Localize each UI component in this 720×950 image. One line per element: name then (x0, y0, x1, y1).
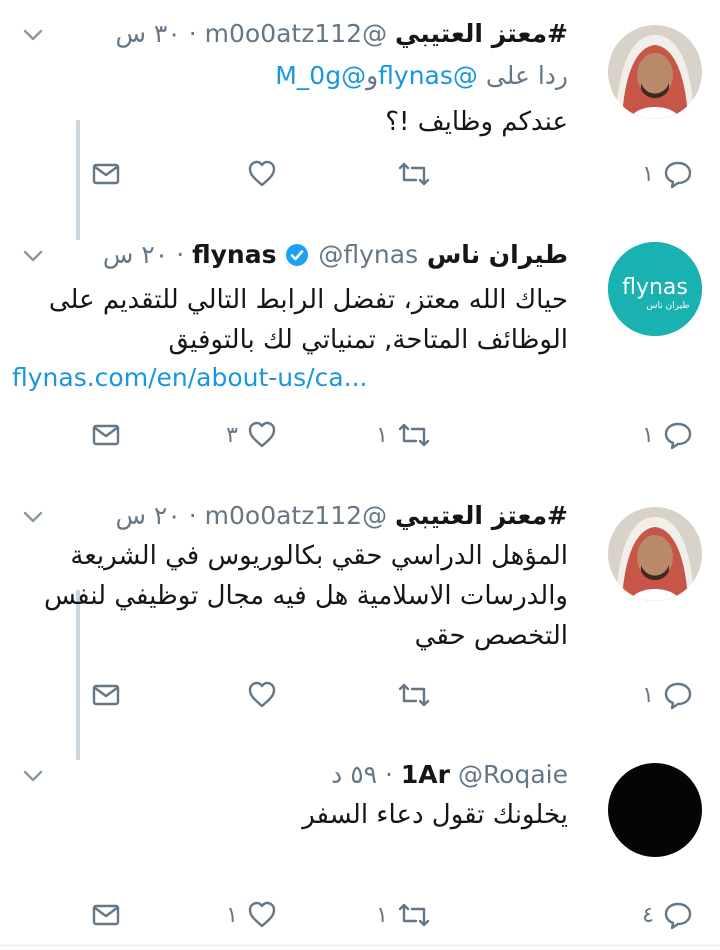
envelope-icon (92, 904, 120, 926)
retweet-count: ١ (376, 422, 388, 448)
username[interactable]: @m0o0atz112 (205, 501, 387, 530)
chevron-down-icon[interactable] (20, 243, 46, 269)
reply-button[interactable]: ١ (642, 675, 694, 715)
reply-button[interactable]: ١ (642, 154, 694, 194)
reply-icon (664, 422, 692, 450)
heart-icon (248, 901, 276, 928)
chevron-down-icon[interactable] (20, 763, 46, 789)
like-count: ١ (226, 902, 238, 928)
tweet-text: المؤهل الدراسي حقي بكالوريوس في الشريعة … (44, 541, 568, 651)
verified-badge-icon (286, 244, 309, 266)
mention-link[interactable]: @M_0g (275, 61, 366, 90)
reply-icon (664, 682, 692, 710)
username[interactable]: @flynas (318, 240, 418, 269)
retweet-icon (398, 903, 430, 927)
reply-button[interactable]: ١ (642, 415, 694, 455)
like-button[interactable] (238, 675, 278, 715)
tweet-actions: ٤ ١ ١ (0, 895, 720, 935)
tweet-header: 1Ar @Roqaie · ٥٩ د (331, 759, 568, 791)
avatar[interactable] (608, 507, 702, 601)
like-button[interactable]: ٣ (226, 415, 278, 455)
separator-dot: · (188, 501, 197, 530)
retweet-button[interactable] (388, 154, 432, 194)
envelope-icon (92, 684, 120, 706)
heart-icon (248, 681, 276, 708)
reply-context: ردا على @flynasو@M_0g (275, 59, 568, 93)
timestamp[interactable]: ٢٠ س (103, 240, 168, 269)
heart-icon (248, 421, 276, 448)
username[interactable]: @m0o0atz112 (205, 19, 387, 48)
reply-prefix: ردا على (485, 61, 568, 90)
username[interactable]: @Roqaie (458, 760, 568, 789)
bottom-divider (0, 945, 720, 946)
direct-message-button[interactable] (90, 415, 122, 455)
avatar[interactable] (608, 25, 702, 119)
tweet-actions: ١ (0, 675, 720, 715)
reply-join: و (366, 61, 379, 90)
timestamp[interactable]: ٣٠ س (115, 19, 180, 48)
tweet-header: #معتز العتيبي @m0o0atz112 · ٢٠ س (115, 500, 568, 532)
reply-count: ١ (642, 682, 654, 708)
like-button[interactable] (238, 154, 278, 194)
separator-dot: · (176, 240, 185, 269)
avatar[interactable]: flynas طيران ناس (608, 242, 702, 336)
tweet-actions: ١ ١ ٣ (0, 415, 720, 455)
black-circle-avatar (608, 763, 702, 857)
man-in-shemagh-avatar (608, 25, 702, 119)
reply-icon (664, 902, 692, 930)
chevron-down-icon[interactable] (20, 504, 46, 530)
tweet-text: عندكم وظايف !؟ (385, 107, 568, 137)
timestamp[interactable]: ٢٠ س (115, 501, 180, 530)
man-in-shemagh-avatar (608, 507, 702, 601)
tweet[interactable]: #معتز العتيبي @m0o0atz112 · ٢٠ س المؤهل … (0, 480, 720, 735)
tweet-header: طيران ناس flynas @flynas · ٢٠ س (103, 239, 568, 271)
avatar[interactable] (608, 763, 702, 857)
reply-count: ١ (642, 422, 654, 448)
logo-text: flynas (622, 275, 688, 300)
separator-dot: · (385, 760, 393, 789)
reply-count: ٤ (642, 902, 654, 928)
retweet-button[interactable]: ١ (376, 895, 432, 935)
like-button[interactable]: ١ (226, 895, 278, 935)
tweet-header: #معتز العتيبي @m0o0atz112 · ٣٠ س (115, 18, 568, 50)
like-count: ٣ (226, 422, 238, 448)
display-name[interactable]: #معتز العتيبي (395, 19, 568, 48)
timestamp[interactable]: ٥٩ د (331, 760, 377, 789)
tweet-link[interactable]: flynas.com/en/about-us/ca... (12, 363, 368, 392)
tweet[interactable]: flynas طيران ناس طيران ناس flynas @flyna… (0, 205, 720, 480)
retweet-icon (398, 683, 430, 707)
tweet[interactable]: #معتز العتيبي @m0o0atz112 · ٣٠ س ردا على… (0, 0, 720, 205)
retweet-button[interactable]: ١ (376, 415, 432, 455)
tweet-actions: ١ (0, 154, 720, 194)
retweet-icon (398, 162, 430, 186)
envelope-icon (92, 163, 120, 185)
logo-subtext: طيران ناس (646, 301, 689, 311)
tweet[interactable]: 1Ar @Roqaie · ٥٩ د يخلونك تقول دعاء السف… (0, 735, 720, 950)
retweet-icon (398, 423, 430, 447)
envelope-icon (92, 424, 120, 446)
reply-icon (664, 161, 692, 189)
separator-dot: · (188, 19, 197, 48)
retweet-button[interactable] (388, 675, 432, 715)
direct-message-button[interactable] (90, 895, 122, 935)
direct-message-button[interactable] (90, 675, 122, 715)
reply-button[interactable]: ٤ (642, 895, 694, 935)
display-name[interactable]: #معتز العتيبي (395, 501, 568, 530)
mention-link[interactable]: @flynas (378, 61, 478, 90)
tweet-text: يخلونك تقول دعاء السفر (302, 800, 568, 830)
direct-message-button[interactable] (90, 154, 122, 194)
chevron-down-icon[interactable] (20, 22, 46, 48)
display-name[interactable]: 1Ar (401, 760, 450, 789)
heart-icon (248, 160, 276, 187)
flynas-logo: flynas طيران ناس (608, 242, 702, 336)
reply-count: ١ (642, 161, 654, 187)
tweet-text: حياك الله معتز، تفضل الرابط التالي للتقد… (48, 285, 568, 355)
retweet-count: ١ (376, 902, 388, 928)
